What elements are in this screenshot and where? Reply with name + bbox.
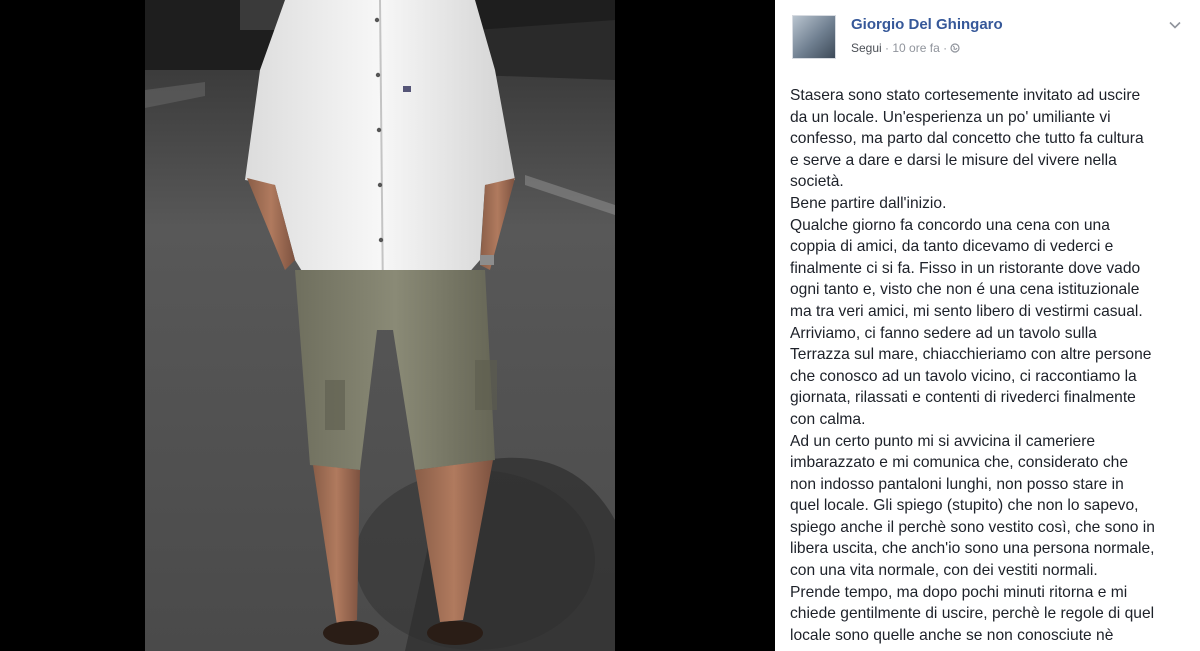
post-line: con calma. bbox=[790, 410, 866, 428]
post-line: Prende tempo, ma dopo pochi minuti ritor… bbox=[790, 583, 1128, 601]
post-line: Ad un certo punto mi si avvicina il came… bbox=[790, 432, 1096, 450]
chevron-down-icon[interactable] bbox=[1168, 18, 1182, 32]
meta-separator: · bbox=[881, 41, 893, 55]
post-line: ma tra veri amici, mi sento libero di ve… bbox=[790, 302, 1143, 320]
post-line: Bene partire dall'inizio. bbox=[790, 194, 947, 212]
post-line: quel locale. Gli spiego (stupito) che no… bbox=[790, 497, 1139, 515]
man-standing-image bbox=[145, 0, 615, 651]
post-line: coppia di amici, da tanto dicevamo di ve… bbox=[790, 238, 1114, 256]
post-line: con una vita normale, con dei vestiti no… bbox=[790, 562, 1098, 580]
post-photo[interactable] bbox=[145, 0, 615, 651]
avatar[interactable] bbox=[792, 15, 836, 59]
post-line: spiego anche il perchè sono vestito così… bbox=[790, 518, 1155, 536]
globe-icon bbox=[950, 43, 961, 53]
post-line: non indosso pantaloni lunghi, non posso … bbox=[790, 475, 1124, 493]
post-line: Terrazza sul mare, chiacchieriamo con al… bbox=[790, 346, 1152, 364]
post-line: locale sono quelle anche se non conosciu… bbox=[790, 626, 1114, 644]
post-line: da un locale. Un'esperienza un po' umili… bbox=[790, 108, 1111, 126]
post-line: ogni tanto e, visto che non é una cena i… bbox=[790, 281, 1140, 299]
meta-separator-2: · bbox=[939, 41, 951, 55]
post-line: libera uscita, che anch'io sono una pers… bbox=[790, 540, 1155, 558]
post-line: che conosco ad un tavolo vicino, ci racc… bbox=[790, 367, 1137, 385]
post-line: finalmente ci si fa. Fisso in un ristora… bbox=[790, 259, 1141, 277]
post-line: giornata, rilassati e contenti di rivede… bbox=[790, 389, 1136, 407]
post-line: Arriviamo, ci fanno sedere ad un tavolo … bbox=[790, 324, 1097, 342]
photo-viewer bbox=[0, 0, 775, 651]
post-line: e serve a dare e darsi le misure del viv… bbox=[790, 151, 1117, 169]
post-line: Qualche giorno fa concordo una cena con … bbox=[790, 216, 1110, 234]
post-line: chiede gentilmente di uscire, perchè le … bbox=[790, 605, 1155, 623]
follow-link[interactable]: Segui bbox=[851, 41, 882, 55]
post-line: Stasera sono stato cortesemente invitato… bbox=[790, 87, 1141, 104]
post-header: Giorgio Del Ghingaro Segui · 10 ore fa · bbox=[789, 12, 1186, 64]
post-time[interactable]: 10 ore fa bbox=[892, 41, 939, 55]
post-line: società. bbox=[790, 173, 844, 191]
post-line: imbarazzato e mi comunica che, considera… bbox=[790, 454, 1129, 472]
post-body: Stasera sono stato cortesemente invitato… bbox=[790, 85, 1182, 646]
post-line: confesso, ma parto dal concetto che tutt… bbox=[790, 130, 1144, 148]
post-meta: Segui · 10 ore fa · bbox=[851, 41, 961, 55]
post-side-panel: Giorgio Del Ghingaro Segui · 10 ore fa ·… bbox=[775, 0, 1200, 651]
author-name[interactable]: Giorgio Del Ghingaro bbox=[851, 16, 1003, 33]
